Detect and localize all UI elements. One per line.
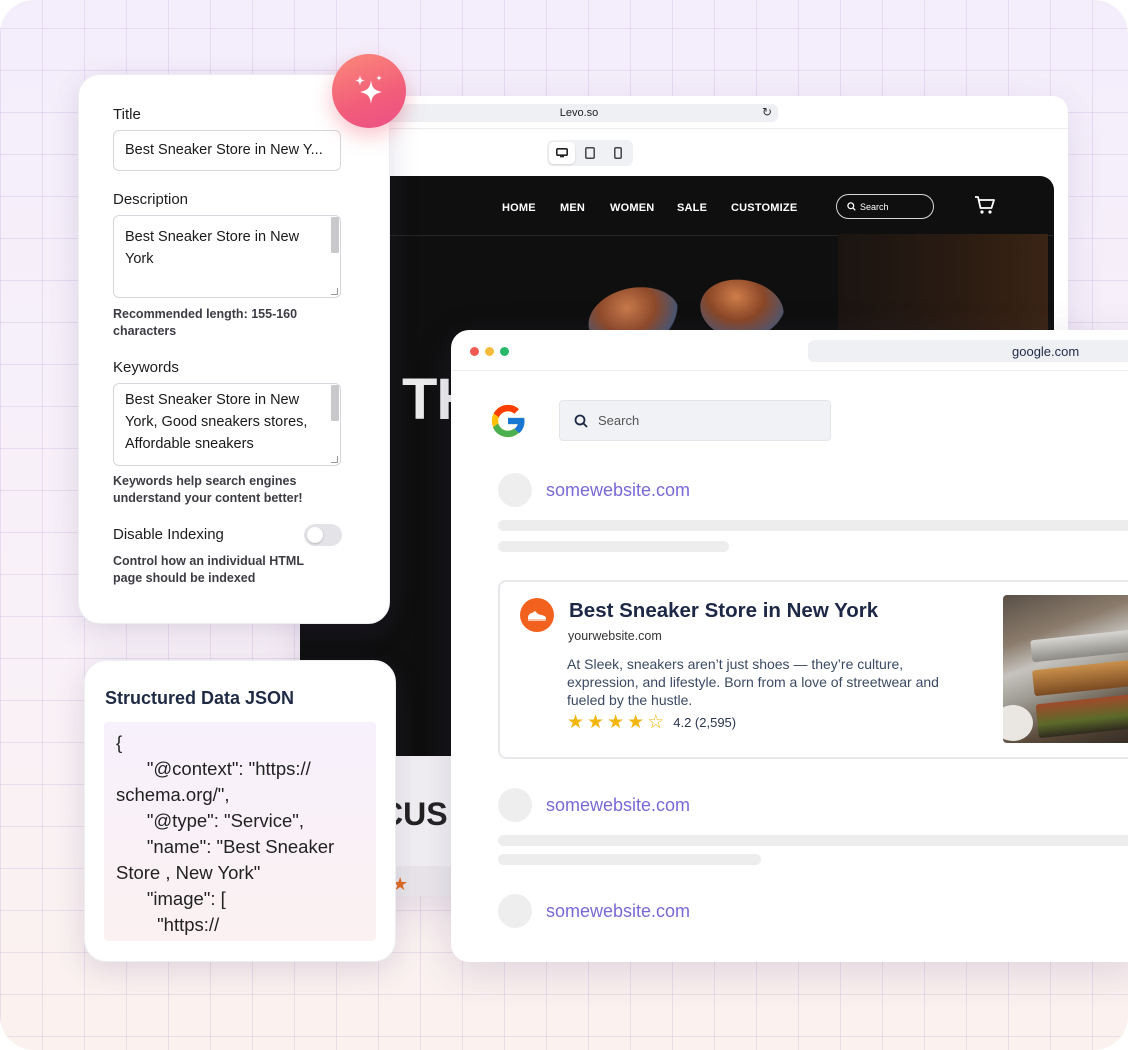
site-search-placeholder: Search — [860, 201, 889, 212]
sneaker-icon — [520, 598, 554, 632]
search-icon — [847, 202, 856, 211]
json-line: "name": "Best Sneaker — [116, 836, 335, 857]
nav-sale[interactable]: SALE — [677, 202, 707, 214]
json-line: "https:// — [116, 914, 220, 935]
description-textarea[interactable]: Best Sneaker Store in New York — [113, 215, 341, 298]
star-filled-icon: ★ — [567, 712, 585, 733]
title-input[interactable]: Best Sneaker Store in New Y... — [113, 130, 341, 171]
json-line: "@type": "Service", — [116, 810, 304, 831]
favicon-placeholder — [498, 788, 532, 822]
window-close-dot[interactable] — [470, 347, 479, 356]
description-scrollbar[interactable] — [331, 217, 339, 253]
reload-icon[interactable]: ↻ — [762, 105, 772, 119]
rating-stars: ★ ★ ★ ★ ☆ 4.2 (2,595) — [567, 713, 736, 732]
json-line: schema.org/", — [116, 784, 230, 805]
resize-handle-icon[interactable] — [331, 456, 338, 463]
google-address-bar[interactable]: google.com — [808, 340, 1128, 362]
desktop-preview-button[interactable] — [549, 142, 575, 164]
json-line: "image": [ — [116, 888, 226, 909]
keywords-hint: Keywords help search engines understand … — [113, 474, 303, 505]
google-search-input[interactable]: Search — [559, 400, 831, 441]
nav-customize[interactable]: CUSTOMIZE — [731, 202, 797, 214]
structured-data-card: Structured Data JSON { "@context": "http… — [84, 660, 396, 962]
result-site-link[interactable]: somewebsite.com — [546, 480, 690, 501]
skeleton-line — [498, 541, 729, 552]
site-navbar: HOME MEN WOMEN SALE CUSTOMIZE Search — [300, 176, 1054, 236]
json-line: { — [116, 732, 123, 753]
skeleton-line — [498, 835, 1128, 846]
disable-indexing-label: Disable Indexing — [113, 526, 224, 543]
desktop-icon — [556, 148, 568, 158]
window-minimize-dot[interactable] — [485, 347, 494, 356]
mobile-icon — [614, 147, 622, 159]
description-text: Best Sneaker Store in New York — [125, 229, 300, 267]
levo-url: Levo.so — [559, 107, 599, 119]
result-site-link[interactable]: somewebsite.com — [546, 901, 690, 922]
window-maximize-dot[interactable] — [500, 347, 509, 356]
search-icon — [574, 414, 588, 428]
description-hint: Recommended length: 155-160 characters — [113, 307, 298, 338]
json-line: "@context": "https:// — [116, 758, 311, 779]
star-filled-icon: ★ — [607, 712, 625, 733]
keywords-textarea[interactable]: Best Sneaker Store in New York, Good sne… — [113, 383, 341, 466]
title-label: Title — [113, 106, 141, 123]
indexing-hint: Control how an individual HTML page shou… — [113, 554, 304, 585]
resize-handle-icon[interactable] — [331, 288, 338, 295]
keywords-text: Best Sneaker Store in New York, Good sne… — [125, 392, 308, 452]
result-thumbnail-image — [1003, 595, 1128, 743]
featured-search-result[interactable]: Best Sneaker Store in New York yourwebsi… — [498, 580, 1128, 759]
result-url: yourwebsite.com — [568, 629, 662, 643]
ai-generate-button[interactable] — [332, 54, 406, 128]
star-empty-icon: ☆ — [647, 712, 665, 733]
json-line: Store , New York" — [116, 862, 261, 883]
tablet-preview-button[interactable] — [577, 142, 603, 164]
tablet-icon — [585, 147, 595, 159]
cart-icon[interactable] — [974, 195, 996, 215]
rating-text: 4.2 (2,595) — [673, 715, 737, 730]
levo-address-bar[interactable]: Levo.so ↻ — [380, 104, 778, 122]
toggle-knob — [307, 527, 323, 543]
google-logo-icon — [491, 404, 526, 438]
nav-men[interactable]: MEN — [560, 202, 585, 214]
result-site-link[interactable]: somewebsite.com — [546, 795, 690, 816]
google-url: google.com — [1012, 343, 1080, 359]
levo-toolbar-divider — [300, 128, 1068, 129]
star-filled-icon: ★ — [627, 712, 645, 733]
result-title[interactable]: Best Sneaker Store in New York — [569, 599, 878, 623]
favicon-placeholder — [498, 894, 532, 928]
background-canvas: Levo.so ↻ HOME MEN WOMEN SALE CUSTOMIZE — [0, 0, 1128, 1050]
google-browser-window: google.com Search somewebsite.com Best S… — [451, 330, 1128, 962]
keywords-scrollbar[interactable] — [331, 385, 339, 421]
device-preview-toggle — [547, 140, 633, 166]
skeleton-line — [498, 520, 1128, 531]
mobile-preview-button[interactable] — [605, 142, 631, 164]
structured-data-title: Structured Data JSON — [105, 688, 295, 708]
keywords-label: Keywords — [113, 359, 179, 376]
favicon-placeholder — [498, 473, 532, 507]
json-code-block[interactable]: { "@context": "https:// schema.org/", "@… — [104, 722, 376, 941]
nav-women[interactable]: WOMEN — [610, 202, 654, 214]
skeleton-line — [498, 854, 761, 865]
seo-settings-panel: Title Best Sneaker Store in New Y... Des… — [78, 74, 390, 624]
google-toolbar-divider — [451, 370, 1128, 371]
google-search-placeholder: Search — [598, 413, 640, 428]
nav-home[interactable]: HOME — [502, 202, 536, 214]
description-label: Description — [113, 191, 189, 208]
disable-indexing-toggle[interactable] — [304, 524, 342, 546]
star-filled-icon: ★ — [587, 712, 605, 733]
site-search-input[interactable]: Search — [836, 194, 934, 219]
sparkles-icon — [355, 75, 382, 104]
result-description: At Sleek, sneakers aren’t just shoes — t… — [567, 656, 939, 708]
